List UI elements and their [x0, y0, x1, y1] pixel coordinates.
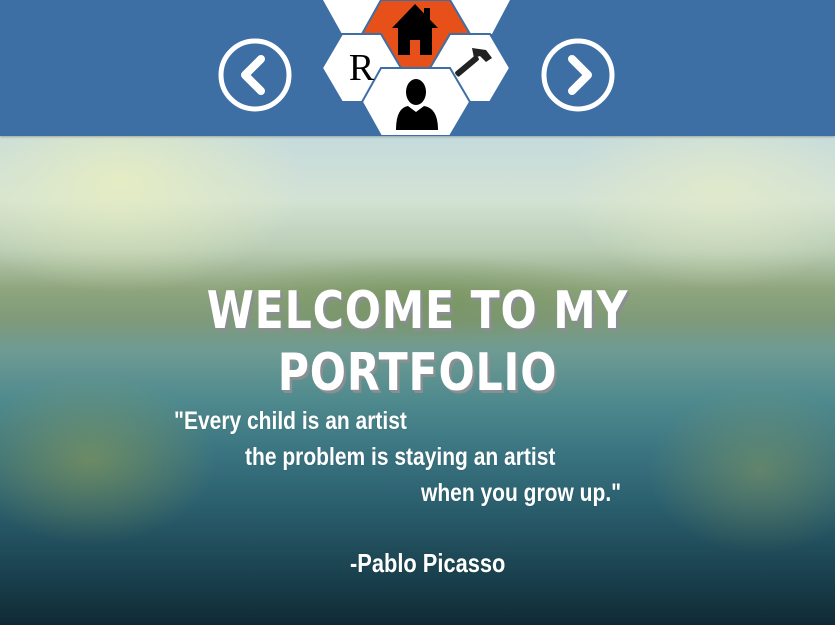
hexagon-grid [320, 0, 512, 136]
page-title: WELCOME TO MY PORTFOLIO [206, 281, 629, 403]
quote-author: -Pablo Picasso [350, 548, 506, 578]
quote-line-3: when you grow up." [421, 479, 622, 507]
quote-line-2: the problem is staying an artist [245, 443, 556, 471]
quote-line-1: "Every child is an artist [174, 407, 407, 435]
hex-resume-label-area[interactable]: R [322, 34, 401, 102]
top-navigation-bar: R [0, 0, 835, 136]
hexagon-navigation-menu: R [0, 0, 835, 136]
resume-letter-label: R [348, 47, 375, 89]
